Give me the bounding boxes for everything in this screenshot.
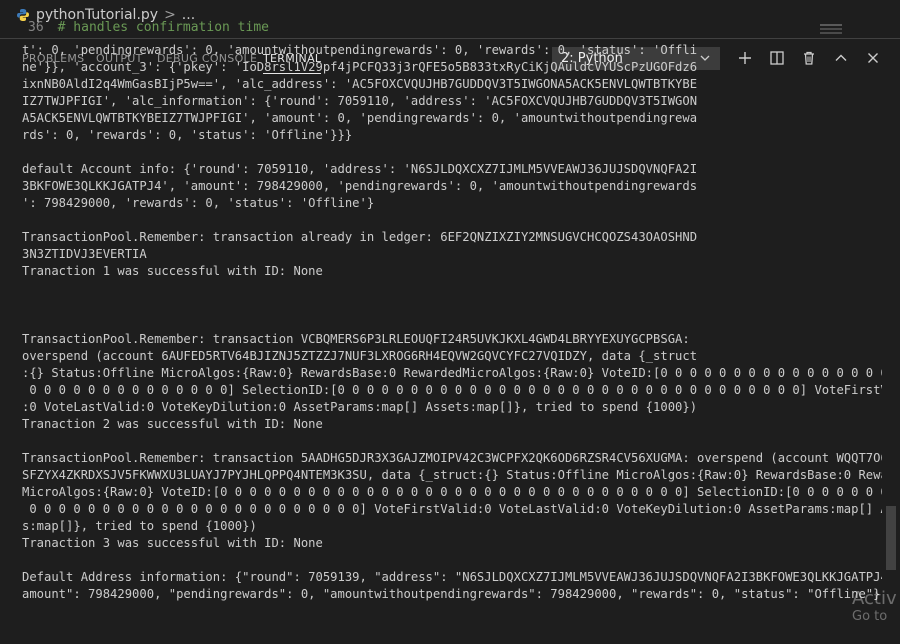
terminal-scrollbar[interactable] xyxy=(886,42,896,604)
terminal-line: amount": 798429000, "pendingrewards": 0,… xyxy=(22,587,881,601)
terminal-line: 3BKFOWE3QLKKJGATPJ4', 'amount': 79842900… xyxy=(22,179,698,193)
terminal-line: Tranaction 2 was successful with ID: Non… xyxy=(22,417,323,431)
terminal-line: MicroAlgos:{Raw:0} VoteID:[0 0 0 0 0 0 0… xyxy=(22,485,882,499)
terminal-line: Tranaction 3 was successful with ID: Non… xyxy=(22,536,323,550)
terminal-line: :0 VoteLastValid:0 VoteKeyDilution:0 Ass… xyxy=(22,400,698,414)
terminal-line: ixnNB0AldI2q4WmGasBIjP5w==', 'alc_addres… xyxy=(22,77,698,91)
terminal-line: A5ACK5ENVLQWTBTKYBEIZ7TWJPFIGI', 'amount… xyxy=(22,111,698,125)
terminal-line: 0 0 0 0 0 0 0 0 0 0 0 0 0 0] SelectionID… xyxy=(22,383,882,397)
activation-watermark: Activ Go to xyxy=(852,590,900,626)
terminal-line: Default Address information: {"round": 7… xyxy=(22,570,882,584)
terminal-line: :{} Status:Offline MicroAlgos:{Raw:0} Re… xyxy=(22,366,882,380)
terminal-line: 0 0 0 0 0 0 0 0 0 0 0 0 0 0 0 0 0 0 0 0 … xyxy=(22,502,882,516)
chevron-right-icon: > xyxy=(164,7,176,23)
terminal-line: TransactionPool.Remember: transaction VC… xyxy=(22,332,690,346)
terminal-line: overspend (account 6AUFED5RTV64BJIZNJ5ZT… xyxy=(22,349,698,363)
terminal-line: s:map[]}, tried to spend {1000}) xyxy=(22,519,257,533)
terminal-line: IZ7TWJPFIGI', 'alc_information': {'round… xyxy=(22,94,698,108)
terminal-line: Tranaction 1 was successful with ID: Non… xyxy=(22,264,323,278)
terminal-line: default Account info: {'round': 7059110,… xyxy=(22,162,698,176)
terminal-output[interactable]: t': 0, 'pendingrewards': 0, 'amountwitho… xyxy=(22,42,882,604)
terminal-line: t': 0, 'pendingrewards': 0, 'amountwitho… xyxy=(22,43,698,57)
watermark-line-2: Go to xyxy=(852,609,888,624)
scrollbar-thumb[interactable] xyxy=(886,506,896,570)
terminal-line: ne'}}, 'account_3': {'pkey': 'IoD8rsl1V2… xyxy=(22,60,698,74)
breadcrumb-more[interactable]: ... xyxy=(182,7,195,23)
terminal-line: SFZYX4ZKRDXSJV5FKWWXU3LUAYJ7PYJHLQPPQ4NT… xyxy=(22,468,882,482)
breadcrumb-file[interactable]: pythonTutorial.py xyxy=(36,7,158,23)
watermark-line-1: Activ xyxy=(852,590,897,609)
terminal-line: TransactionPool.Remember: transaction al… xyxy=(22,230,698,244)
breadcrumb-crumbs: pythonTutorial.py > ... xyxy=(16,5,195,25)
terminal-line: rds': 0, 'rewards': 0, 'status': 'Offlin… xyxy=(22,128,353,142)
breadcrumb: 36 # handles confirmation time pythonTuto… xyxy=(0,0,900,38)
terminal-line: TransactionPool.Remember: transaction 5A… xyxy=(22,451,882,465)
terminal-line: ': 798429000, 'rewards': 0, 'status': 'O… xyxy=(22,196,375,210)
python-file-icon xyxy=(16,8,30,22)
minimap[interactable] xyxy=(820,24,842,38)
terminal-line: 3N3ZTIDVJ3EVERTIA xyxy=(22,247,147,261)
